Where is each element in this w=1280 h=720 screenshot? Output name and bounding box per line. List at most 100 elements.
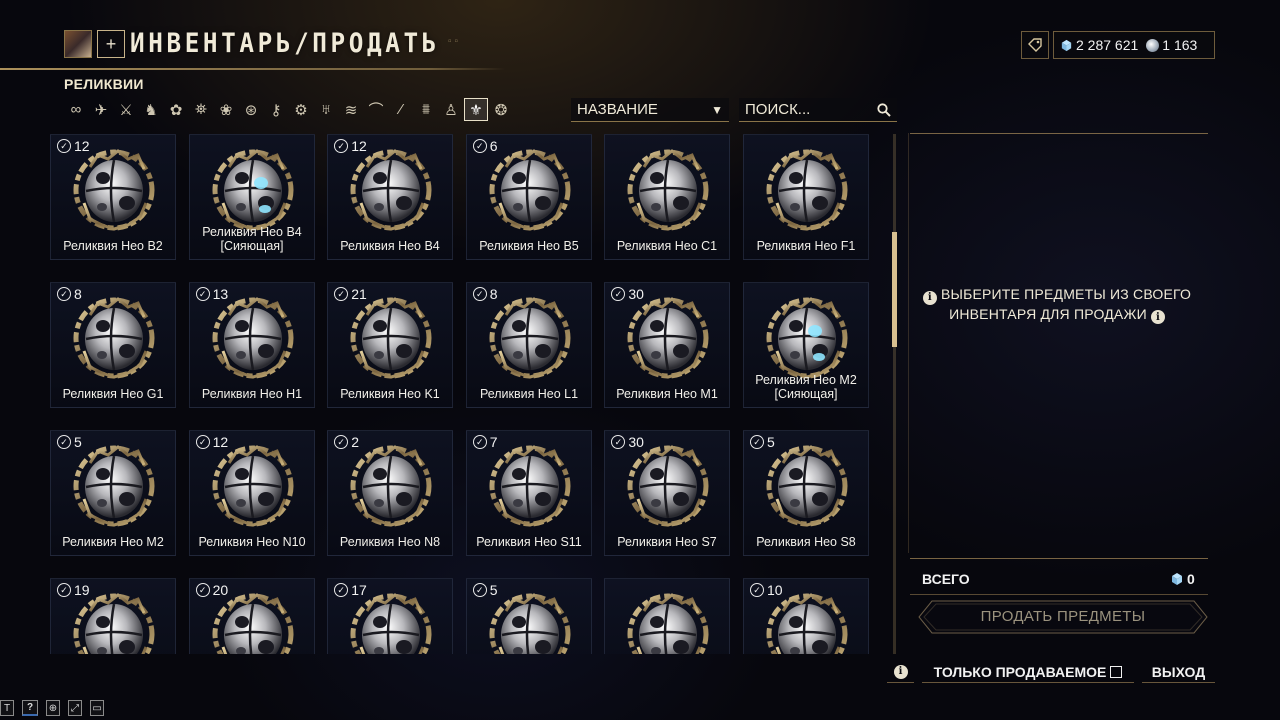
selection-hint: i ВЫБЕРИТЕ ПРЕДМЕТЫ ИЗ СВОЕГО ИНВЕНТАРЯ … bbox=[912, 285, 1202, 324]
sword-icon[interactable]: ⚔ bbox=[114, 98, 138, 121]
search-icon bbox=[877, 102, 891, 117]
tile-name: Реликвия Нео L1 bbox=[479, 386, 578, 401]
inventory-tile[interactable]: ✓ 8 Реликвия Нео L1 bbox=[465, 282, 592, 408]
scrollbar-thumb[interactable] bbox=[892, 232, 897, 347]
inventory-tile[interactable] bbox=[604, 578, 731, 654]
inventory-tile[interactable]: ✓ 12 Реликвия Нео N10 bbox=[188, 430, 315, 556]
tile-name: Реликвия Нео H1 bbox=[201, 386, 302, 401]
relic-image bbox=[350, 445, 432, 527]
inventory-tile[interactable]: ✓ 19 bbox=[50, 578, 176, 654]
check-circle-icon: ✓ bbox=[472, 583, 487, 597]
inventory-tile[interactable]: Реликвия Нео B4 [Сияющая] bbox=[188, 134, 315, 260]
tile-name: Реликвия Нео K1 bbox=[340, 386, 440, 401]
player-avatar[interactable] bbox=[64, 30, 92, 58]
tile-name: Реликвия Нео M2 bbox=[62, 534, 164, 549]
relic-image bbox=[350, 593, 432, 654]
relic-image bbox=[73, 297, 155, 379]
arcane-icon[interactable]: ♅ bbox=[314, 98, 338, 121]
relic-image bbox=[350, 149, 432, 231]
check-circle-icon: ✓ bbox=[334, 583, 349, 597]
search-input[interactable]: ПОИСК... bbox=[739, 98, 897, 122]
check-circle-icon: ✓ bbox=[472, 287, 487, 301]
credits-amount: 1 163 bbox=[1162, 37, 1198, 53]
relic-image bbox=[489, 593, 571, 654]
zoom-icon[interactable]: ⊕ bbox=[46, 700, 60, 716]
only-sellable-toggle[interactable]: ТОЛЬКО ПРОДАВАЕМОЕ bbox=[922, 661, 1134, 683]
scrollbar-track[interactable] bbox=[893, 134, 896, 654]
relic-image bbox=[627, 593, 709, 654]
inventory-tile[interactable]: Реликвия Нео F1 bbox=[742, 134, 869, 260]
text-chat-button[interactable]: T bbox=[0, 700, 14, 716]
window-icon[interactable]: ▭ bbox=[90, 700, 104, 716]
ship-icon[interactable]: ✈ bbox=[89, 98, 113, 121]
tile-name: Реликвия Нео C1 bbox=[617, 238, 718, 253]
help-button[interactable]: ? bbox=[22, 700, 38, 716]
inventory-tile[interactable]: ✓ 21 Реликвия Нео K1 bbox=[327, 282, 454, 408]
only-sellable-label: ТОЛЬКО ПРОДАВАЕМОЕ bbox=[933, 663, 1107, 680]
check-circle-icon: ✓ bbox=[334, 435, 349, 449]
check-circle-icon: ✓ bbox=[472, 435, 487, 449]
info-icon: i bbox=[922, 290, 937, 305]
inventory-tile[interactable]: ✓ 5 bbox=[465, 578, 592, 654]
fish-icon[interactable]: ≋ bbox=[339, 98, 363, 121]
inventory-tile[interactable]: ✓ 20 bbox=[188, 578, 315, 654]
header-ornament: ▫▫ bbox=[448, 36, 462, 47]
info-icon: i bbox=[893, 664, 908, 679]
sentinel-icon[interactable]: ❀ bbox=[214, 98, 238, 121]
inventory-tile[interactable]: Реликвия Нео C1 bbox=[604, 134, 731, 260]
total-divider-top bbox=[910, 558, 1208, 559]
check-circle-icon: ✓ bbox=[611, 287, 626, 301]
decoration-icon[interactable]: ⩩ bbox=[414, 98, 438, 121]
inventory-tile[interactable]: Реликвия Нео M2 [Сияющая] bbox=[742, 282, 869, 408]
inventory-tile[interactable]: ✓ 5 Реликвия Нео S8 bbox=[742, 430, 869, 556]
bow-icon[interactable]: ⌒ bbox=[364, 98, 388, 121]
inventory-tile[interactable]: ✓ 2 Реликвия Нео N8 bbox=[327, 430, 454, 556]
market-tag-button[interactable] bbox=[1021, 31, 1049, 59]
inventory-tile[interactable]: ✓ 8 Реликвия Нео G1 bbox=[50, 282, 176, 408]
warframe-icon[interactable]: ♞ bbox=[139, 98, 163, 121]
tile-name: Реликвия Нео S8 bbox=[756, 534, 856, 549]
info-button[interactable]: i bbox=[887, 661, 914, 683]
inventory-tile[interactable]: ✓ 30 Реликвия Нео S7 bbox=[604, 430, 731, 556]
inventory-grid[interactable]: ✓ 12 Реликвия Нео B2 Реликвия Нео B4 [Сияющ… bbox=[50, 134, 872, 654]
expand-icon[interactable]: ⤢ bbox=[68, 700, 82, 716]
relic-icon[interactable]: ⚜ bbox=[464, 98, 488, 121]
relic-image bbox=[766, 297, 848, 379]
checkbox[interactable] bbox=[1110, 665, 1123, 678]
inventory-tile[interactable]: ✓ 10 bbox=[742, 578, 869, 654]
key-icon[interactable]: ⚷ bbox=[264, 98, 288, 121]
inventory-tile[interactable]: ✓ 5 Реликвия Нео M2 bbox=[50, 430, 176, 556]
inventory-tile[interactable]: ✓ 30 Реликвия Нео M1 bbox=[604, 282, 731, 408]
figure-icon[interactable]: ♙ bbox=[439, 98, 463, 121]
tile-name: Реликвия Нео S7 bbox=[617, 534, 718, 549]
sell-items-button[interactable]: ПРОДАТЬ ПРЕДМЕТЫ bbox=[918, 600, 1208, 634]
vehicle-icon[interactable]: ⛯ bbox=[189, 98, 213, 121]
inventory-tile[interactable]: ✓ 7 Реликвия Нео S11 bbox=[465, 430, 592, 556]
relic-image bbox=[627, 445, 709, 527]
tile-name: Реликвия Нео F1 bbox=[756, 238, 856, 253]
relic-image bbox=[627, 297, 709, 379]
resource-icon[interactable]: ⚙ bbox=[289, 98, 313, 121]
inventory-tile[interactable]: ✓ 12 Реликвия Нео B2 bbox=[50, 134, 176, 260]
panel-divider-top bbox=[910, 133, 1208, 134]
relic-image bbox=[766, 445, 848, 527]
mod-icon[interactable]: ⊛ bbox=[239, 98, 263, 121]
inventory-tile[interactable]: ✓ 6 Реликвия Нео B5 bbox=[465, 134, 592, 260]
relic-image bbox=[489, 445, 571, 527]
check-circle-icon: ✓ bbox=[195, 583, 210, 597]
inventory-tile[interactable]: ✓ 12 Реликвия Нео B4 bbox=[327, 134, 454, 260]
add-button[interactable]: + bbox=[97, 30, 125, 58]
tile-name: Реликвия Нео N10 bbox=[198, 534, 306, 549]
relic-image bbox=[766, 593, 848, 654]
infinity-icon[interactable]: ∞ bbox=[64, 98, 88, 121]
platinum-amount: 2 287 621 bbox=[1076, 37, 1139, 53]
blade-icon[interactable]: ⁄ bbox=[389, 98, 413, 121]
tile-name: Реликвия Нео B4 [Сияющая] bbox=[201, 224, 302, 253]
sort-dropdown[interactable]: НАЗВАНИЕ ▼ bbox=[571, 98, 729, 122]
creature-icon[interactable]: ✿ bbox=[164, 98, 188, 121]
inventory-tile[interactable]: ✓ 17 bbox=[327, 578, 454, 654]
exit-button[interactable]: ВЫХОД bbox=[1142, 661, 1215, 683]
misc-icon[interactable]: ❂ bbox=[489, 98, 513, 121]
total-value: 0 bbox=[1170, 571, 1195, 587]
inventory-tile[interactable]: ✓ 13 Реликвия Нео H1 bbox=[188, 282, 315, 408]
